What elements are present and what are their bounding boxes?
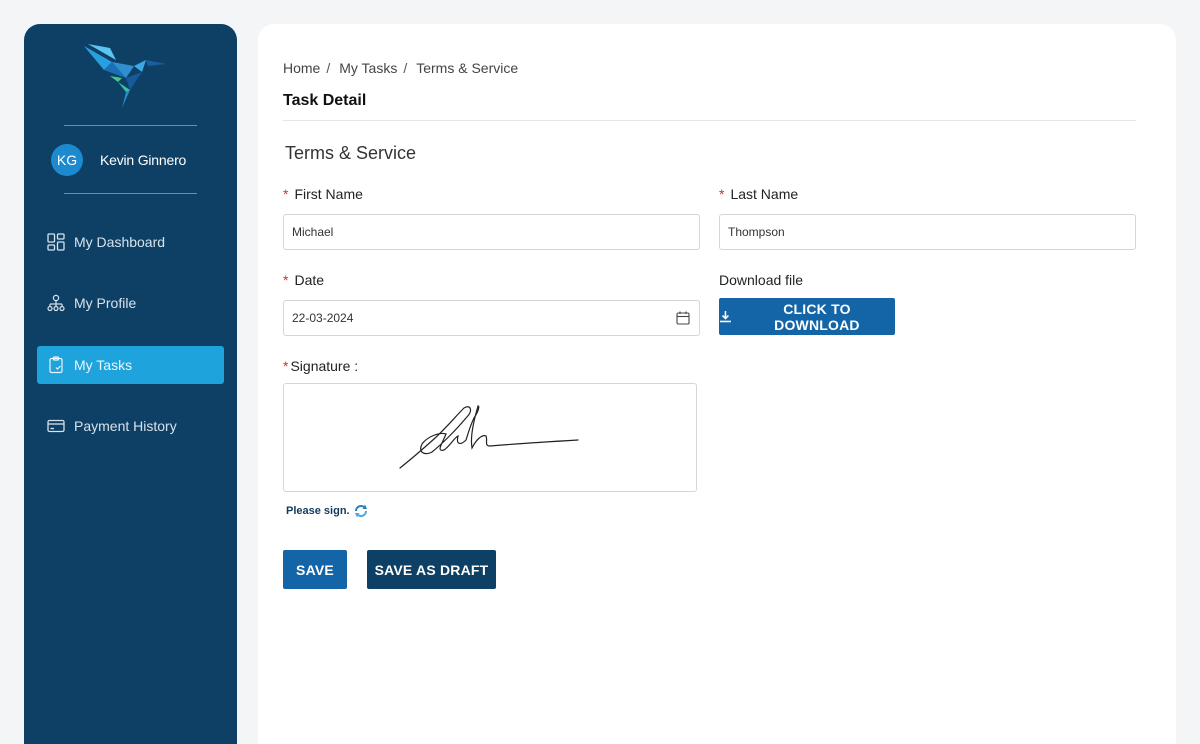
sidebar-item-tasks[interactable]: My Tasks: [37, 346, 224, 384]
breadcrumb: Home / My Tasks / Terms & Service: [283, 60, 518, 76]
date-label-text: Date: [294, 272, 325, 288]
download-label: Download file: [719, 272, 804, 288]
signature-drawing: [399, 405, 579, 469]
date-value: 22-03-2024: [292, 311, 354, 325]
sidebar-item-profile[interactable]: My Profile: [37, 284, 224, 322]
sidebar-item-label: My Tasks: [74, 357, 133, 373]
breadcrumb-separator: /: [326, 60, 331, 76]
save-draft-button[interactable]: SAVE AS DRAFT: [367, 550, 496, 589]
sidebar: KG Kevin Ginnero My Dashboard My Profile: [24, 24, 237, 744]
user-name: Kevin Ginnero: [100, 152, 187, 168]
profile-icon: [46, 293, 66, 313]
please-sign-text: Please sign.: [286, 505, 350, 517]
card-icon: [46, 416, 66, 436]
last-name-label: * Last Name: [719, 186, 798, 202]
calendar-icon[interactable]: [676, 311, 690, 325]
refresh-icon[interactable]: [353, 503, 369, 519]
sidebar-item-payment-history[interactable]: Payment History: [37, 407, 224, 445]
section-title: Terms & Service: [285, 143, 417, 163]
user-info: KG Kevin Ginnero: [51, 144, 186, 176]
last-name-value: Thompson: [728, 225, 785, 239]
sidebar-item-label: Payment History: [74, 418, 177, 434]
required-mark: *: [719, 186, 725, 202]
breadcrumb-home[interactable]: Home: [283, 60, 320, 76]
download-button[interactable]: CLICK TO DOWNLOAD: [719, 298, 895, 335]
sidebar-divider: [64, 193, 197, 194]
sidebar-item-label: My Dashboard: [74, 234, 166, 250]
breadcrumb-my-tasks[interactable]: My Tasks: [339, 60, 397, 76]
breadcrumb-current: Terms & Service: [416, 60, 519, 76]
required-mark: *: [283, 186, 289, 202]
first-name-field[interactable]: Michael: [283, 214, 700, 250]
signature-label: * Signature :: [283, 358, 358, 374]
avatar: KG: [51, 144, 83, 176]
signature-label-text: Signature :: [290, 358, 359, 374]
first-name-value: Michael: [292, 225, 334, 239]
breadcrumb-separator: /: [403, 60, 408, 76]
page-title: Task Detail: [283, 92, 367, 109]
clipboard-icon: [46, 355, 66, 375]
first-name-label-text: First Name: [294, 186, 363, 202]
dashboard-icon: [46, 232, 66, 252]
sidebar-item-dashboard[interactable]: My Dashboard: [37, 223, 224, 261]
first-name-label: * First Name: [283, 186, 363, 202]
main-panel: Home / My Tasks / Terms & Service Task D…: [258, 24, 1176, 744]
download-button-label: CLICK TO DOWNLOAD: [774, 300, 860, 333]
required-mark: *: [283, 358, 289, 374]
last-name-field[interactable]: Thompson: [719, 214, 1136, 250]
last-name-label-text: Last Name: [730, 186, 799, 202]
date-label: * Date: [283, 272, 324, 288]
date-field[interactable]: 22-03-2024: [283, 300, 700, 336]
sidebar-item-label: My Profile: [74, 295, 137, 311]
required-mark: *: [283, 272, 289, 288]
signature-pad[interactable]: [283, 383, 697, 492]
header-divider: [283, 120, 1136, 121]
save-button[interactable]: SAVE: [283, 550, 347, 589]
hummingbird-logo: [84, 44, 166, 108]
sidebar-divider: [64, 125, 197, 126]
download-icon: [719, 311, 731, 323]
